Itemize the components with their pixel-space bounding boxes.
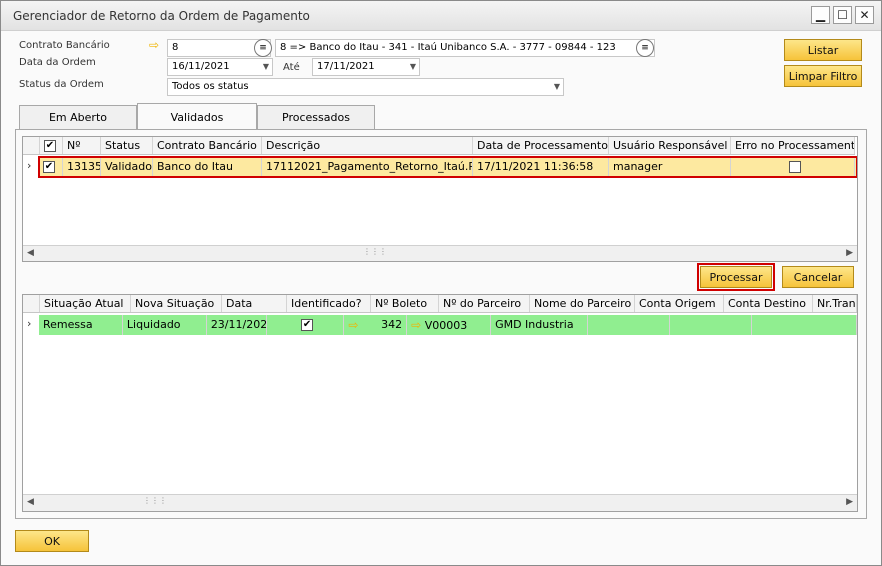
link-arrow-icon[interactable]: ⇨ [411, 318, 421, 332]
cell-boleto: ⇨ 342 [344, 315, 408, 335]
dropdown-icon[interactable]: ▼ [410, 59, 416, 75]
tab-em-aberto[interactable]: Em Aberto [19, 105, 137, 129]
col-header-identified[interactable]: Identificado? [287, 295, 371, 312]
clear-filter-button[interactable]: Limpar Filtro [784, 65, 862, 87]
cell-description: 17112021_Pagamento_Retorno_Itaú.RET [262, 157, 473, 177]
cell-date: 23/11/2021 [207, 315, 267, 335]
horizontal-scrollbar[interactable]: ◀ ⋮⋮⋮ ▶ [23, 494, 857, 511]
col-header-trans[interactable]: Nr.Trans [813, 295, 857, 312]
select-all-checkbox[interactable]: ✔ [44, 140, 56, 152]
close-button[interactable]: ✕ [855, 6, 874, 24]
status-label: Status da Ordem [19, 79, 104, 90]
cell-origin [588, 315, 670, 335]
date-from-input[interactable]: 16/11/2021 ▼ [167, 58, 273, 76]
maximize-button[interactable]: ☐ [833, 6, 852, 24]
table-row[interactable]: › ✔ 13135 Validado Banco do Itau 1711202… [23, 156, 857, 178]
tab-processados[interactable]: Processados [257, 105, 375, 129]
cell-contract: Banco do Itau [153, 157, 262, 177]
error-checkbox[interactable] [788, 161, 801, 173]
col-header-partner-name[interactable]: Nome do Parceiro [530, 295, 635, 312]
col-header-new[interactable]: Nova Situação [131, 295, 222, 312]
cell-processed-at: 17/11/2021 11:36:58 [473, 157, 609, 177]
scroll-right-icon[interactable]: ▶ [846, 497, 853, 507]
cell-destination [670, 315, 752, 335]
date-from-value: 16/11/2021 [172, 61, 230, 72]
scroll-grip-icon[interactable]: ⋮⋮⋮ [363, 247, 387, 256]
status-select[interactable]: Todos os status ▼ [167, 78, 564, 96]
cell-partner-name: GMD Industria [491, 315, 588, 335]
row-checkbox[interactable]: ✔ [43, 161, 55, 173]
list-icon[interactable]: ≡ [636, 39, 654, 57]
minimize-button[interactable]: ▁ [811, 6, 830, 24]
col-header-boleto[interactable]: Nº Boleto [371, 295, 439, 312]
cancel-button[interactable]: Cancelar [782, 266, 854, 288]
col-header-error[interactable]: Erro no Processamento [731, 137, 855, 154]
ok-button[interactable]: OK [15, 530, 89, 552]
date-to-value: 17/11/2021 [317, 61, 375, 72]
col-header-description[interactable]: Descrição [262, 137, 473, 154]
orders-grid: ✔ Nº Status Contrato Bancário Descrição … [22, 136, 858, 262]
scroll-left-icon[interactable]: ◀ [27, 497, 34, 507]
cell-number: 13135 [63, 157, 101, 177]
col-header-origin[interactable]: Conta Origem [635, 295, 724, 312]
selected-row-cells[interactable]: ✔ 13135 Validado Banco do Itau 17112021_… [38, 156, 857, 178]
scroll-right-icon[interactable]: ▶ [846, 248, 853, 258]
row-select-cell[interactable]: ✔ [39, 157, 63, 177]
contract-description: 8 => Banco do Itau - 341 - Itaú Unibanco… [275, 39, 655, 57]
window-title: Gerenciador de Retorno da Ordem de Pagam… [13, 9, 310, 23]
status-value: Todos os status [172, 81, 249, 92]
date-to-input[interactable]: 17/11/2021 ▼ [312, 58, 420, 76]
tab-panel: ✔ Nº Status Contrato Bancário Descrição … [15, 129, 867, 519]
row-header-spacer [23, 295, 40, 312]
col-header-processed-at[interactable]: Data de Processamento [473, 137, 609, 154]
cell-trans [752, 315, 857, 335]
link-arrow-icon[interactable]: ⇨ [149, 38, 159, 52]
cell-error [731, 157, 855, 177]
orders-grid-header: ✔ Nº Status Contrato Bancário Descrição … [23, 137, 855, 155]
scroll-left-icon[interactable]: ◀ [27, 248, 34, 258]
col-header-status[interactable]: Status [101, 137, 153, 154]
row-marker-icon: › [27, 159, 32, 172]
cell-status: Validado [101, 157, 153, 177]
identified-checkbox[interactable]: ✔ [301, 319, 314, 331]
contract-label: Contrato Bancário [19, 40, 110, 51]
row-marker-icon: › [27, 317, 32, 330]
tab-validados[interactable]: Validados [137, 103, 257, 130]
select-all-cell[interactable]: ✔ [40, 137, 63, 154]
col-header-current[interactable]: Situação Atual [40, 295, 131, 312]
col-header-destination[interactable]: Conta Destino [724, 295, 813, 312]
date-label: Data da Ordem [19, 57, 96, 68]
list-icon[interactable]: ≡ [254, 39, 272, 57]
horizontal-scrollbar[interactable]: ◀ ⋮⋮⋮ ▶ [23, 245, 857, 261]
dropdown-icon[interactable]: ▼ [554, 79, 560, 95]
cell-new: Liquidado [123, 315, 207, 335]
list-button[interactable]: Listar [784, 39, 862, 61]
details-grid-header: Situação Atual Nova Situação Data Identi… [23, 295, 857, 313]
until-label: Até [283, 62, 300, 73]
green-row-cells[interactable]: Remessa Liquidado 23/11/2021 ✔ ⇨ 342 ⇨ V… [39, 315, 857, 335]
partner-no-value: V00003 [424, 319, 468, 332]
col-header-contract[interactable]: Contrato Bancário [153, 137, 262, 154]
col-header-date[interactable]: Data [222, 295, 287, 312]
cell-current: Remessa [39, 315, 123, 335]
details-grid: Situação Atual Nova Situação Data Identi… [22, 294, 858, 512]
dropdown-icon[interactable]: ▼ [263, 59, 269, 75]
process-button[interactable]: Processar [697, 263, 775, 291]
link-arrow-icon[interactable]: ⇨ [348, 318, 358, 332]
cell-user: manager [609, 157, 731, 177]
scroll-grip-icon[interactable]: ⋮⋮⋮ [143, 496, 167, 505]
cell-partner-no: ⇨ V00003 [407, 315, 492, 335]
cell-identified: ✔ [267, 315, 345, 335]
row-header-spacer [23, 137, 40, 154]
col-header-partner-no[interactable]: Nº do Parceiro [439, 295, 530, 312]
col-header-number[interactable]: Nº [63, 137, 101, 154]
col-header-user[interactable]: Usuário Responsável [609, 137, 731, 154]
main-window: Gerenciador de Retorno da Ordem de Pagam… [0, 0, 882, 566]
table-row[interactable]: › Remessa Liquidado 23/11/2021 ✔ ⇨ 342 ⇨… [23, 315, 857, 335]
boleto-value: 342 [381, 318, 403, 331]
title-bar: Gerenciador de Retorno da Ordem de Pagam… [1, 1, 881, 31]
